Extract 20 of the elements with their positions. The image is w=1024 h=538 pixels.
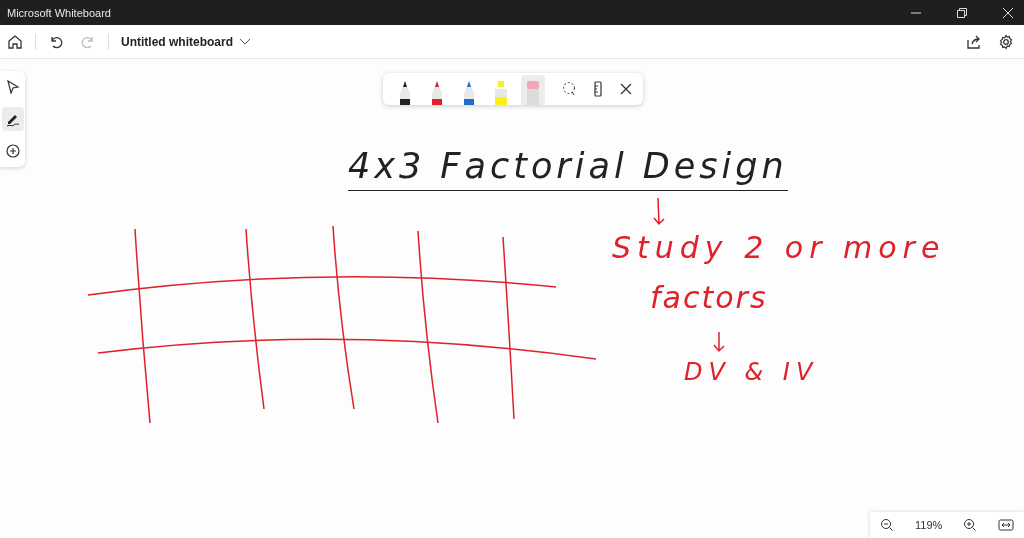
zoom-in-icon[interactable]	[962, 518, 977, 532]
handwritten-text: Study 2 or more	[612, 231, 946, 264]
board-title-button[interactable]: Untitled whiteboard	[117, 34, 255, 49]
arrow-drawing	[712, 331, 726, 353]
handwritten-text: DV & IV	[684, 359, 819, 386]
plus-circle-icon	[5, 144, 20, 158]
handwritten-text: 4x3 Factorial Design	[348, 147, 788, 191]
window-title: Microsoft Whiteboard	[7, 6, 111, 19]
pen-tool[interactable]	[1, 107, 24, 131]
close-icon[interactable]	[619, 82, 633, 96]
chevron-down-icon	[239, 37, 251, 46]
handwritten-text: factors	[650, 281, 768, 314]
arrow-drawing	[652, 197, 666, 227]
zoom-level: 119%	[915, 519, 943, 531]
cursor-icon	[5, 80, 20, 94]
ruler-icon[interactable]	[593, 81, 603, 97]
zoom-out-icon[interactable]	[880, 518, 895, 532]
restore-icon[interactable]	[956, 6, 968, 19]
fit-width-icon[interactable]	[997, 518, 1014, 532]
lasso-icon[interactable]	[561, 81, 577, 97]
